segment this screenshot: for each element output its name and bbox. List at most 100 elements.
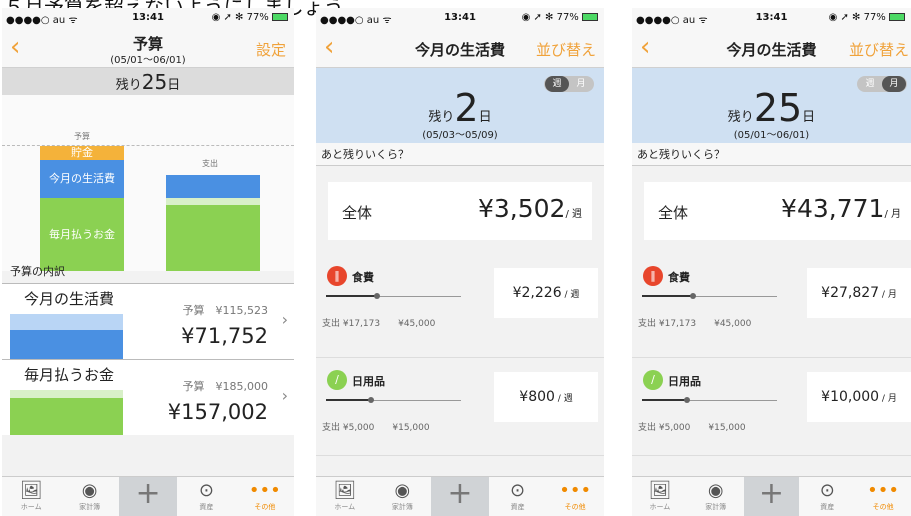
tab-household[interactable]: ◉ 家計簿 — [374, 477, 432, 516]
budget-chart: 予算 支出 貯金 今月の生活費 毎月払うお金 — [2, 95, 294, 271]
tab-bar: 🖼 ホーム ◉ 家計簿 + ⊙ 資産 ••• その他 — [632, 476, 911, 516]
tab-household[interactable]: ◉ 家計簿 — [60, 477, 118, 516]
remaining-question: あと残りいくら？ — [316, 143, 604, 166]
row-name: 毎月払うお金 — [24, 366, 115, 384]
period-range: (05/03～05/09) — [422, 130, 498, 141]
asset-icon: ⊙ — [819, 480, 835, 501]
row-bar-spent — [10, 330, 123, 359]
tab-add[interactable]: + — [743, 476, 800, 516]
total-value: ¥43,771/ 月 — [781, 194, 901, 223]
row-budget: 予算 ¥185,000 — [182, 380, 269, 393]
nav-bar: ‹ 予算 (05/01～06/01) 設定 — [2, 28, 294, 68]
row-budget: 予算 ¥115,523 — [182, 304, 269, 317]
category-food[interactable]: ‖ 食費 支出 ¥17,173 ¥45,000 ¥27,827 / 月 — [632, 260, 911, 358]
home-icon: 🖼 — [648, 480, 672, 501]
tab-home[interactable]: 🖼 ホーム — [316, 477, 374, 516]
category-daily-goods[interactable]: ∕ 日用品 支出 ¥5,000 ¥15,000 ¥10,000 / 月 — [632, 358, 911, 456]
goods-icon: ∕ — [643, 370, 663, 390]
nav-bar: ‹ 今月の生活費 並び替え — [632, 28, 911, 68]
plus-icon: + — [447, 476, 473, 511]
row-monthly[interactable]: 毎月払うお金 予算 ¥185,000 ¥157,002 › — [2, 359, 294, 435]
category-remaining: ¥27,827 / 月 — [807, 268, 911, 318]
phone-living-weekly: ●●●●○ au ᯤ 13:41 ◉ ➚ ✻ 77% ‹ 今月の生活費 並び替え… — [316, 8, 604, 516]
tab-assets[interactable]: ⊙ 資産 — [489, 477, 547, 516]
total-card[interactable]: 全体 ¥43,771/ 月 — [644, 182, 911, 240]
tab-more[interactable]: ••• その他 — [546, 477, 604, 516]
battery-icon — [889, 13, 905, 21]
row-name: 今月の生活費 — [24, 290, 115, 308]
row-bar-budget — [10, 390, 123, 398]
tab-assets[interactable]: ⊙ 資産 — [177, 477, 235, 516]
category-food[interactable]: ‖ 食費 支出 ¥17,173 ¥45,000 ¥2,226 / 週 — [316, 260, 604, 358]
tab-more[interactable]: ••• その他 — [236, 477, 294, 516]
tab-household[interactable]: ◉ 家計簿 — [688, 477, 744, 516]
asset-icon: ⊙ — [198, 480, 214, 501]
plus-icon: + — [758, 476, 785, 511]
piggy-bank-icon: ◉ — [81, 480, 98, 501]
progress-fill — [642, 295, 693, 297]
category-daily-goods[interactable]: ∕ 日用品 支出 ¥5,000 ¥15,000 ¥800 / 週 — [316, 358, 604, 456]
row-bar-spent — [10, 398, 123, 435]
chart-spend-label: 支出 — [202, 159, 218, 168]
tab-add[interactable]: + — [118, 477, 178, 516]
piggy-bank-icon: ◉ — [707, 480, 724, 501]
progress-knob — [368, 397, 374, 403]
more-icon: ••• — [559, 480, 592, 501]
piggy-bank-icon: ◉ — [394, 480, 411, 501]
battery-icon — [582, 13, 598, 21]
phone-budget: ●●●●○ au ᯤ 13:41 ◉ ➚ ✻ 77% ‹ 予算 (05/01～0… — [2, 8, 294, 516]
status-bar: ●●●●○ au ᯤ 13:41 ◉ ➚ ✻ 77% — [316, 8, 604, 28]
period-range: (05/01～06/01) — [733, 130, 810, 141]
sort-button[interactable]: 並び替え — [849, 39, 909, 60]
status-bar: ●●●●○ au ᯤ 13:41 ◉ ➚ ✻ 77% — [2, 8, 294, 28]
chevron-right-icon: › — [281, 386, 288, 405]
total-label: 全体 — [658, 204, 689, 222]
page-subtitle: (05/01～06/01) — [110, 55, 186, 66]
days-remaining: 残り2日 — [428, 86, 492, 130]
total-card[interactable]: 全体 ¥3,502/ 週 — [328, 182, 592, 240]
category-spent: 支出 ¥5,000 ¥15,000 — [322, 423, 430, 433]
chevron-right-icon: › — [281, 310, 288, 329]
fork-knife-icon: ‖ — [643, 266, 663, 286]
status-right: ◉ ➚ ✻ 77% — [522, 12, 598, 23]
remaining-header: 週月 残り2日 (05/03～05/09) — [316, 68, 604, 143]
tab-home[interactable]: 🖼 ホーム — [632, 477, 688, 516]
breakdown-title: 予算の内訳 — [10, 265, 65, 278]
progress-knob — [684, 397, 690, 403]
days-remaining: 残り25日 — [727, 86, 816, 130]
total-label: 全体 — [342, 204, 373, 222]
category-name: 日用品 — [352, 375, 385, 388]
progress-knob — [690, 293, 696, 299]
status-right: ◉ ➚ ✻ 77% — [829, 12, 905, 23]
fork-knife-icon: ‖ — [327, 266, 347, 286]
spend-bar-gap — [166, 198, 260, 205]
row-value: ¥157,002 — [167, 400, 268, 424]
tab-home[interactable]: 🖼 ホーム — [2, 477, 60, 516]
remaining-question: あと残りいくら？ — [632, 143, 911, 166]
status-bar: ●●●●○ au ᯤ 13:41 ◉ ➚ ✻ 77% — [632, 8, 911, 28]
category-remaining: ¥10,000 / 月 — [807, 372, 911, 422]
tab-assets[interactable]: ⊙ 資産 — [799, 477, 855, 516]
sort-button[interactable]: 並び替え — [536, 39, 596, 60]
more-icon: ••• — [867, 480, 900, 501]
tab-add[interactable]: + — [431, 477, 489, 516]
category-name: 日用品 — [668, 375, 701, 388]
progress-knob — [374, 293, 380, 299]
tab-more[interactable]: ••• その他 — [855, 477, 911, 516]
category-remaining: ¥800 / 週 — [494, 372, 598, 422]
asset-icon: ⊙ — [510, 480, 526, 501]
breakdown-section: 予算の内訳 今月の生活費 予算 ¥115,523 ¥71,752 › 毎月払うお… — [2, 259, 294, 435]
total-value: ¥3,502/ 週 — [477, 194, 582, 223]
category-remaining: ¥2,226 / 週 — [494, 268, 598, 318]
row-value: ¥71,752 — [181, 324, 268, 348]
category-name: 食費 — [668, 271, 690, 284]
tab-bar: 🖼 ホーム ◉ 家計簿 + ⊙ 資産 ••• その他 — [316, 476, 604, 516]
progress-fill — [326, 295, 377, 297]
row-living[interactable]: 今月の生活費 予算 ¥115,523 ¥71,752 › — [2, 283, 294, 359]
bar-living: 今月の生活費 — [40, 160, 124, 198]
more-icon: ••• — [248, 480, 281, 501]
spend-bar-living — [166, 175, 260, 198]
goods-icon: ∕ — [327, 370, 347, 390]
settings-button[interactable]: 設定 — [256, 39, 286, 60]
status-right: ◉ ➚ ✻ 77% — [212, 12, 288, 23]
